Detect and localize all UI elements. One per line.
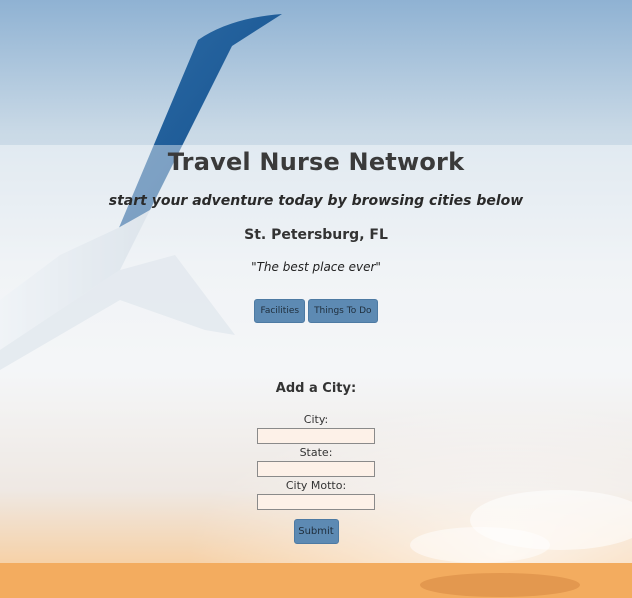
page-title: Travel Nurse Network	[167, 148, 465, 176]
things-to-do-button[interactable]: Things To Do	[308, 299, 378, 323]
city-input[interactable]	[257, 428, 375, 444]
tagline: start your adventure today by browsing c…	[108, 193, 524, 209]
state-label: State:	[299, 446, 333, 459]
facilities-button[interactable]: Facilities	[254, 299, 306, 323]
city-name: St. Petersburg, FL	[244, 227, 388, 243]
city-label: City:	[303, 413, 329, 426]
city-actions: Facilities Things To Do	[0, 299, 632, 323]
add-city-heading: Add a City:	[275, 381, 357, 396]
add-city-form: City: State: City Motto: Submit	[0, 412, 632, 544]
state-input[interactable]	[257, 461, 375, 477]
city-motto-input[interactable]	[257, 494, 375, 510]
city-motto-label: City Motto:	[285, 479, 347, 492]
main-content: Travel Nurse Network start your adventur…	[0, 145, 632, 544]
city-motto: "The best place ever"	[251, 260, 381, 274]
submit-button[interactable]: Submit	[293, 519, 339, 544]
